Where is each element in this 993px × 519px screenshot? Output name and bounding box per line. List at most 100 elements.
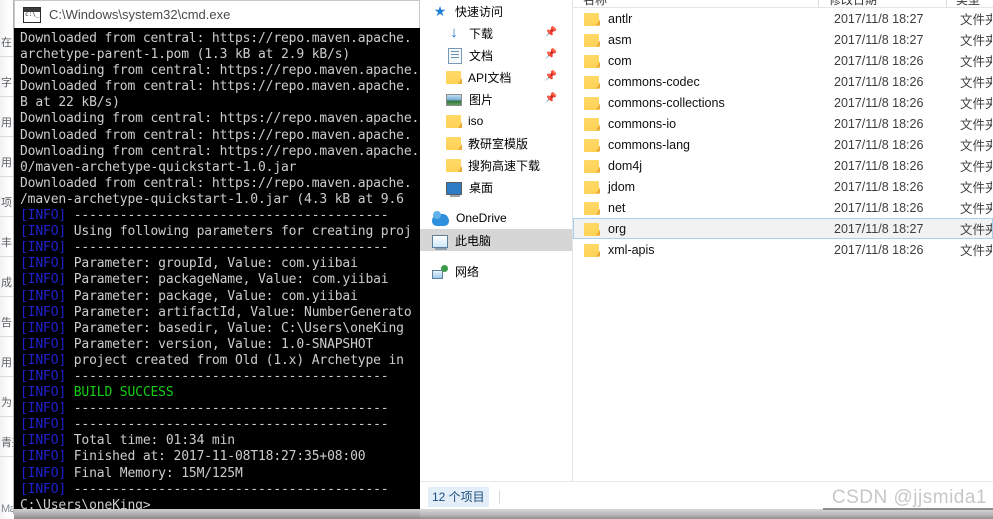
column-header-row[interactable]: 名称 修改日期 类型 xyxy=(573,0,993,8)
nav-item-教研室模版[interactable]: 教研室模版 xyxy=(420,132,572,154)
documents-icon xyxy=(448,47,462,64)
file-list[interactable]: antlr 2017/11/8 18:27 文件夹 asm 2017/11/8 18:2… xyxy=(573,8,993,260)
nav-item-网络[interactable]: 网络 xyxy=(420,260,572,282)
terminal-line: [INFO] ---------------------------------… xyxy=(14,369,420,385)
terminal-text: Downloaded from central: https://repo.ma… xyxy=(20,31,420,46)
nav-item-下载[interactable]: ↓ 下载 📌 xyxy=(420,22,572,44)
build-success-text: BUILD SUCCESS xyxy=(66,385,174,401)
nav-item-OneDrive[interactable]: OneDrive xyxy=(420,207,572,229)
info-tag: [INFO] xyxy=(20,288,67,304)
cmd-window[interactable]: C:\Windows\system32\cmd.exe Downloaded f… xyxy=(14,0,420,513)
this-pc-icon xyxy=(432,234,448,250)
file-row[interactable]: antlr 2017/11/8 18:27 文件夹 xyxy=(573,8,993,29)
file-list-pane[interactable]: 名称 修改日期 类型 antlr 2017/11/8 18:27 文件夹 asm 201… xyxy=(573,0,993,512)
terminal-line: [INFO] ---------------------------------… xyxy=(14,208,420,224)
file-name: xml-apis xyxy=(608,242,655,257)
file-type: 文件夹 xyxy=(960,34,992,48)
pin-icon[interactable]: 📌 xyxy=(544,70,558,84)
file-modified-date: 2017/11/8 18:26 xyxy=(834,200,924,215)
terminal-text: ----------------------------------------… xyxy=(66,417,389,433)
file-type: 文件夹 xyxy=(960,139,992,153)
nav-item-iso[interactable]: iso xyxy=(420,110,572,132)
info-tag: [INFO] xyxy=(20,208,67,224)
nav-item-图片[interactable]: 图片 📌 xyxy=(420,88,572,110)
info-tag: [INFO] xyxy=(20,224,67,240)
nav-item-桌面[interactable]: 桌面 xyxy=(420,176,572,198)
file-row[interactable]: com 2017/11/8 18:26 文件夹 xyxy=(573,50,993,71)
nav-item-文档[interactable]: 文档 📌 xyxy=(420,44,572,66)
terminal-line: [INFO] project created from Old (1.x) Ar… xyxy=(14,353,420,369)
pin-icon[interactable]: 📌 xyxy=(544,48,558,62)
download-icon: ↓ xyxy=(450,24,458,41)
info-tag: [INFO] xyxy=(20,304,67,320)
nav-item-快速访问[interactable]: ★ 快速访问 xyxy=(420,0,572,22)
info-tag: [INFO] xyxy=(20,417,67,433)
file-row[interactable]: commons-collections 2017/11/8 18:26 文件夹 xyxy=(573,92,993,113)
file-row[interactable]: jdom 2017/11/8 18:26 文件夹 xyxy=(573,176,993,197)
folder-icon xyxy=(584,159,599,173)
file-row[interactable]: asm 2017/11/8 18:27 文件夹 xyxy=(573,29,993,50)
background-text-fragment: 在 xyxy=(1,37,12,49)
file-type: 文件夹 xyxy=(960,97,992,111)
pin-icon[interactable]: 📌 xyxy=(544,92,558,106)
file-modified-date: 2017/11/8 18:26 xyxy=(834,74,924,89)
terminal-line: 0/maven-archetype-quickstart-1.0.jar xyxy=(14,160,420,176)
cmd-title-bar[interactable]: C:\Windows\system32\cmd.exe xyxy=(14,0,420,28)
nav-item-API文档[interactable]: API文档 📌 xyxy=(420,66,572,88)
file-row[interactable]: dom4j 2017/11/8 18:26 文件夹 xyxy=(573,155,993,176)
terminal-line: [INFO] Final Memory: 15M/125M xyxy=(14,466,420,482)
file-name: commons-io xyxy=(608,116,677,131)
folder-icon xyxy=(584,222,599,236)
file-explorer-window[interactable]: ★ 快速访问 ↓ 下载 📌 文档 📌 API文档 📌 图片 📌 iso 教研室模版 搜狗高速下载 桌面 One… xyxy=(420,0,993,512)
folder-icon xyxy=(584,33,599,47)
file-row[interactable]: xml-apis 2017/11/8 18:26 文件夹 xyxy=(573,239,993,260)
terminal-text: Downloading from central: https://repo.m… xyxy=(20,143,420,159)
column-divider[interactable] xyxy=(946,0,947,7)
terminal-text: ----------------------------------------… xyxy=(66,481,389,497)
background-text-fragment: 丰 xyxy=(1,237,12,249)
terminal-text: Parameter: basedir, Value: C:\Users\oneK… xyxy=(66,320,404,336)
terminal-line: [INFO] Parameter: groupId, Value: com.yi… xyxy=(14,256,420,272)
column-header-date[interactable]: 修改日期 xyxy=(829,0,877,7)
info-tag: [INFO] xyxy=(20,240,67,256)
file-row[interactable]: net 2017/11/8 18:26 文件夹 xyxy=(573,197,993,218)
terminal-text: Parameter: packageName, Value: com.yiiba… xyxy=(66,272,389,288)
nav-item-label: iso xyxy=(468,114,484,128)
terminal-text: Downloading from central: https://repo.m… xyxy=(20,111,420,127)
terminal-output[interactable]: Downloaded from central: https://repo.ma… xyxy=(14,28,420,513)
info-tag: [INFO] xyxy=(20,433,67,449)
column-divider[interactable] xyxy=(818,0,819,7)
terminal-line: Downloading from central: https://repo.m… xyxy=(14,144,420,160)
nav-item-此电脑[interactable]: 此电脑 xyxy=(420,229,572,251)
file-row[interactable]: commons-io 2017/11/8 18:26 文件夹 xyxy=(573,113,993,134)
background-text-fragment: 为 xyxy=(1,397,12,409)
nav-item-label: 快速访问 xyxy=(455,4,504,19)
folder-icon xyxy=(584,117,599,131)
nav-item-label: 图片 xyxy=(469,92,494,107)
terminal-line: [INFO] Using following parameters for cr… xyxy=(14,224,420,240)
nav-item-label: 下载 xyxy=(469,26,494,41)
file-row[interactable]: org 2017/11/8 18:27 文件夹 xyxy=(573,218,993,239)
file-row[interactable]: commons-lang 2017/11/8 18:26 文件夹 xyxy=(573,134,993,155)
nav-item-搜狗高速下载[interactable]: 搜狗高速下载 xyxy=(420,154,572,176)
info-tag: [INFO] xyxy=(20,385,67,401)
nav-item-label: 文档 xyxy=(469,48,494,63)
item-count-label: 12 个项目 xyxy=(428,487,489,507)
column-header-type[interactable]: 类型 xyxy=(956,0,980,7)
pin-icon[interactable]: 📌 xyxy=(544,26,558,40)
file-name: antlr xyxy=(608,11,633,26)
terminal-line: [INFO] Parameter: version, Value: 1.0-SN… xyxy=(14,337,420,353)
background-text-fragment: 告 xyxy=(1,317,12,329)
info-tag: [INFO] xyxy=(20,272,67,288)
folder-icon xyxy=(446,137,461,150)
star-pin-icon: ★ xyxy=(433,3,447,19)
terminal-text: /maven-archetype-quickstart-1.0.jar (4.3… xyxy=(20,191,412,207)
file-row[interactable]: commons-codec 2017/11/8 18:26 文件夹 xyxy=(573,71,993,92)
info-tag: [INFO] xyxy=(20,368,67,384)
file-name: commons-codec xyxy=(608,74,700,89)
background-text-fragment: 用 xyxy=(1,357,12,369)
column-header-name[interactable]: 名称 xyxy=(583,0,607,7)
folder-icon xyxy=(584,138,599,152)
navigation-pane[interactable]: ★ 快速访问 ↓ 下载 📌 文档 📌 API文档 📌 图片 📌 iso 教研室模版 搜狗高速下载 桌面 One… xyxy=(420,0,573,512)
desktop-icon xyxy=(446,181,462,197)
